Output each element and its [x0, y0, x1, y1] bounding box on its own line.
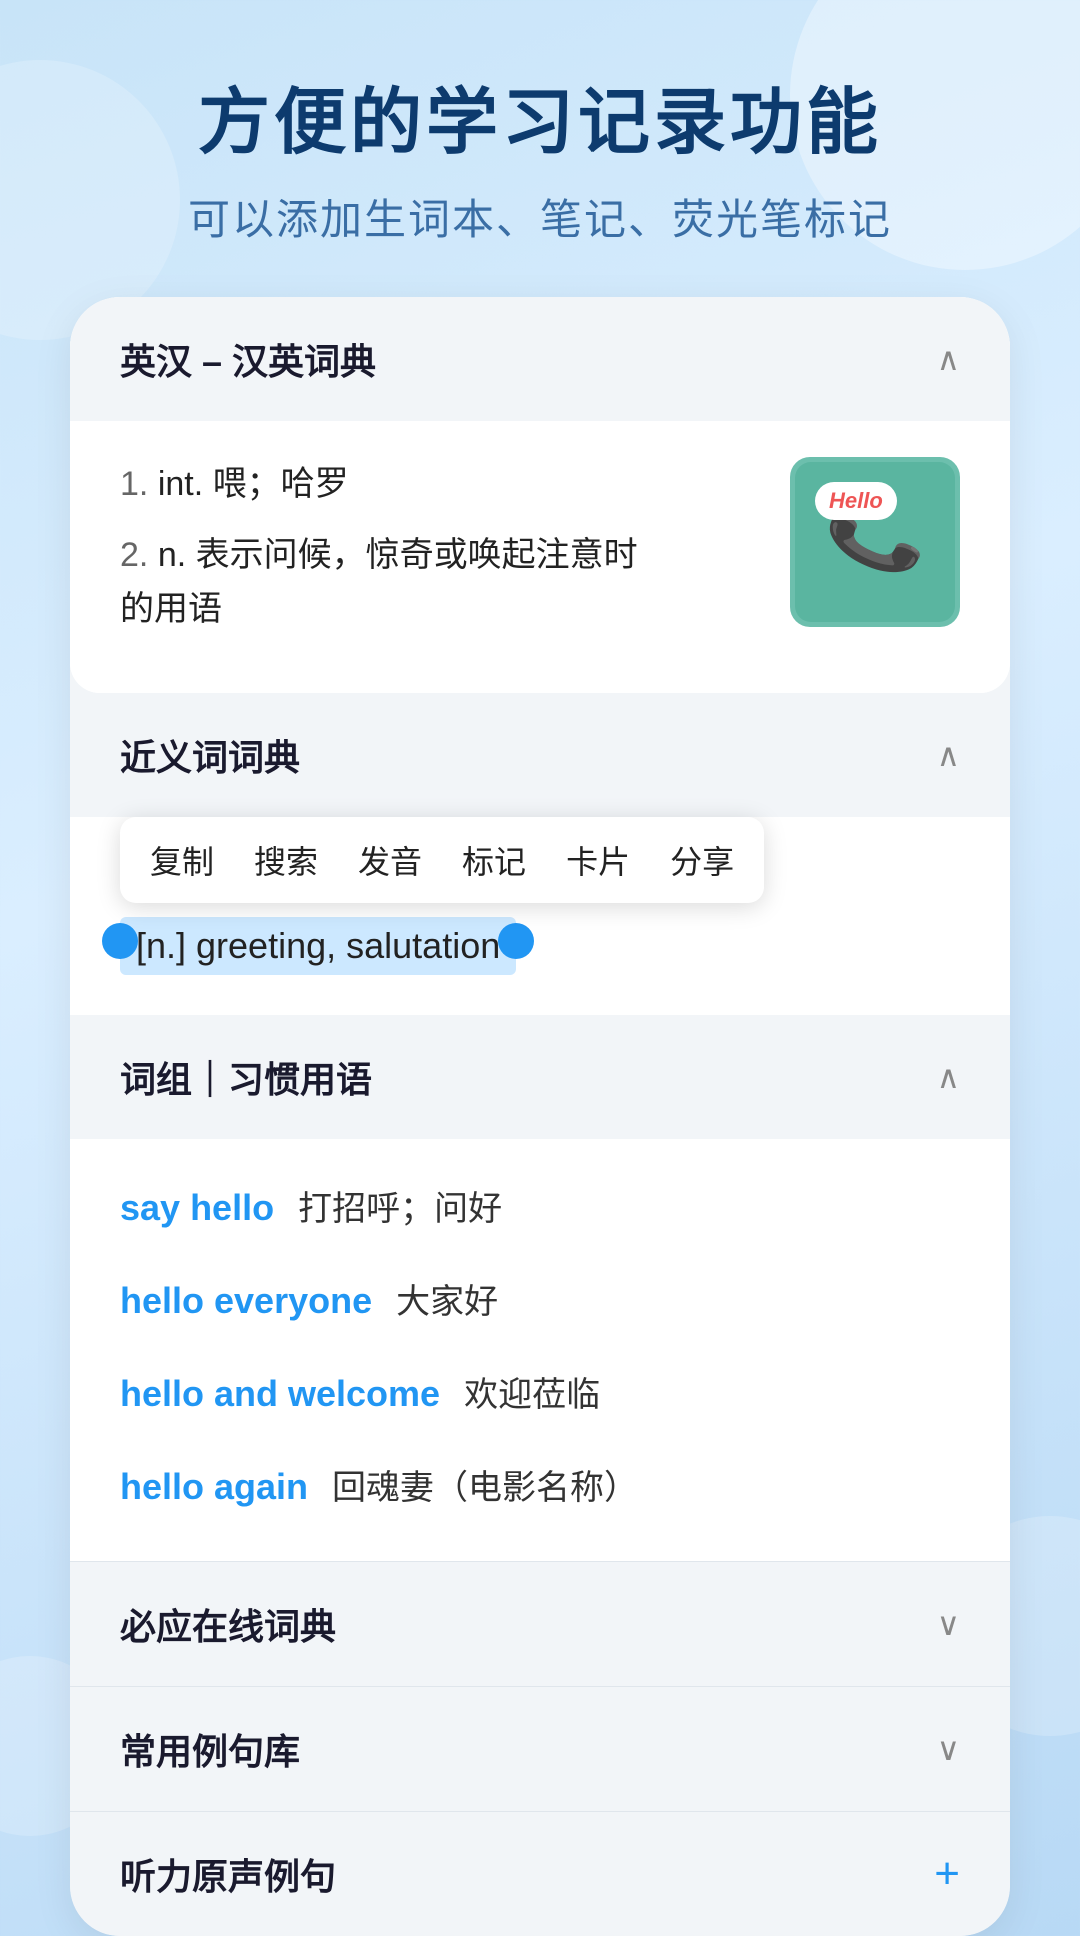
context-menu-pronounce[interactable]: 发音: [358, 837, 422, 883]
synonym-text-wrapper: [n.] greeting, salutation: [120, 907, 516, 975]
dictionary-header[interactable]: 英汉 – 汉英词典 ∧: [70, 297, 1010, 421]
def-num-1: 1.: [120, 465, 158, 503]
phrase-chinese-1: 打招呼；问好: [298, 1181, 502, 1230]
page-title: 方便的学习记录功能: [188, 80, 892, 166]
biying-section[interactable]: 必应在线词典 ∨: [70, 1561, 1010, 1686]
phrases-chevron-icon: ∧: [937, 1058, 960, 1096]
phrase-item-4[interactable]: hello again 回魂妻（电影名称）: [120, 1438, 960, 1531]
definition-item-1: 1. int. 喂；哈罗: [120, 457, 760, 511]
context-menu-card[interactable]: 卡片: [566, 837, 630, 883]
header-section: 方便的学习记录功能 可以添加生词本、笔记、荧光笔标记: [128, 80, 952, 247]
phrase-english-2: hello everyone: [120, 1280, 372, 1322]
phrase-english-3: hello and welcome: [120, 1373, 440, 1415]
common-sentences-chevron-icon: ∨: [937, 1730, 960, 1768]
synonyms-section: 近义词词典 ∧ 复制 搜索 发音 标记 卡片 分享 [n.] greeting,…: [70, 693, 1010, 1015]
biying-chevron-icon: ∨: [937, 1605, 960, 1643]
phrase-chinese-2: 大家好: [396, 1274, 498, 1323]
phrase-item-2[interactable]: hello everyone 大家好: [120, 1252, 960, 1345]
hello-image: Hello: [790, 457, 960, 627]
phrase-item-3[interactable]: hello and welcome 欢迎莅临: [120, 1345, 960, 1438]
selection-handle-left: [102, 923, 138, 959]
biying-title: 必应在线词典: [120, 1598, 336, 1650]
phrases-content: say hello 打招呼；问好 hello everyone 大家好 hell…: [70, 1139, 1010, 1561]
common-sentences-title: 常用例句库: [120, 1723, 300, 1775]
definition-item-2: 2. n. 表示问候，惊奇或唤起注意时的用语: [120, 528, 760, 637]
context-menu-copy[interactable]: 复制: [150, 837, 214, 883]
phrases-section: 词组｜习惯用语 ∧ say hello 打招呼；问好 hello everyon…: [70, 1015, 1010, 1561]
selection-handle-right: [498, 923, 534, 959]
telephone-illustration: Hello: [795, 462, 955, 622]
phrase-english-1: say hello: [120, 1187, 274, 1229]
dictionary-section: 英汉 – 汉英词典 ∧ 1. int. 喂；哈罗 2. n. 表示问候，惊奇或唤…: [70, 297, 1010, 692]
common-sentences-section[interactable]: 常用例句库 ∨: [70, 1686, 1010, 1811]
synonyms-content: 复制 搜索 发音 标记 卡片 分享 [n.] greeting, salutat…: [70, 817, 1010, 1015]
definitions-list: 1. int. 喂；哈罗 2. n. 表示问候，惊奇或唤起注意时的用语: [120, 457, 760, 652]
synonyms-header[interactable]: 近义词词典 ∧: [70, 693, 1010, 817]
hello-bubble: Hello: [815, 482, 897, 520]
phrase-english-4: hello again: [120, 1466, 308, 1508]
context-menu-share[interactable]: 分享: [670, 837, 734, 883]
phrases-header[interactable]: 词组｜习惯用语 ∧: [70, 1015, 1010, 1139]
page-subtitle: 可以添加生词本、笔记、荧光笔标记: [188, 186, 892, 247]
context-menu-search[interactable]: 搜索: [254, 837, 318, 883]
phrase-chinese-3: 欢迎莅临: [464, 1367, 600, 1416]
phrases-title: 词组｜习惯用语: [120, 1051, 372, 1103]
def-num-2: 2.: [120, 536, 158, 574]
synonyms-title: 近义词词典: [120, 729, 300, 781]
synonym-highlighted-text: [n.] greeting, salutation: [120, 917, 516, 975]
dictionary-content: 1. int. 喂；哈罗 2. n. 表示问候，惊奇或唤起注意时的用语 Hell…: [70, 421, 1010, 692]
dictionary-title: 英汉 – 汉英词典: [120, 333, 376, 385]
listening-title: 听力原声例句: [120, 1848, 336, 1900]
listening-section[interactable]: 听力原声例句 +: [70, 1811, 1010, 1936]
context-menu-mark[interactable]: 标记: [462, 837, 526, 883]
context-menu: 复制 搜索 发音 标记 卡片 分享: [120, 817, 764, 903]
main-card: 英汉 – 汉英词典 ∧ 1. int. 喂；哈罗 2. n. 表示问候，惊奇或唤…: [70, 297, 1010, 1935]
synonyms-chevron-icon: ∧: [937, 736, 960, 774]
phrase-chinese-4: 回魂妻（电影名称）: [332, 1460, 638, 1509]
listening-plus-icon[interactable]: +: [934, 1849, 960, 1899]
dictionary-chevron-icon: ∧: [937, 340, 960, 378]
phrase-item-1[interactable]: say hello 打招呼；问好: [120, 1159, 960, 1252]
